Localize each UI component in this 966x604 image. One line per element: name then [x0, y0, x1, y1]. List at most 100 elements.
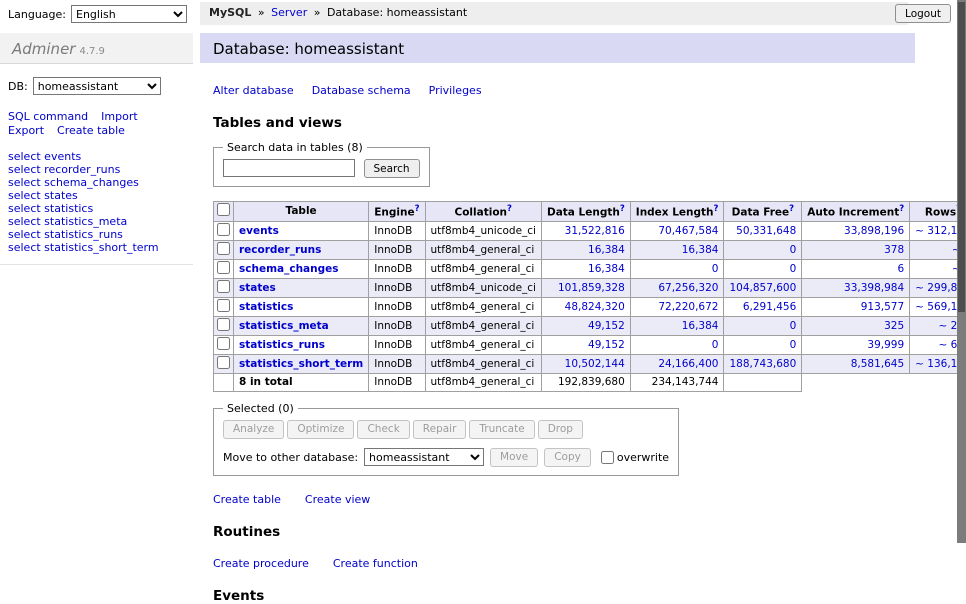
db-select[interactable]: homeassistant	[33, 77, 161, 95]
create-procedure-link[interactable]: Create procedure	[213, 557, 309, 570]
table-name-link[interactable]: statistics_runs	[239, 339, 325, 351]
vertical-scrollbar[interactable]	[957, 0, 966, 543]
table-name-link[interactable]: schema_changes	[239, 263, 339, 275]
cell-table-name: statistics_runs	[234, 335, 369, 354]
overwrite-label: overwrite	[617, 451, 669, 464]
data-length-link[interactable]: 16,384	[588, 244, 625, 256]
row-checkbox[interactable]	[217, 242, 230, 255]
create-view-link[interactable]: Create view	[305, 493, 370, 506]
drop-button[interactable]: Drop	[538, 420, 583, 439]
table-name-link[interactable]: states	[239, 282, 276, 294]
move-button[interactable]: Move	[490, 448, 538, 467]
index-length-link[interactable]: 72,220,672	[658, 301, 718, 313]
index-length-link[interactable]: 0	[712, 339, 719, 351]
table-name-link[interactable]: statistics	[239, 301, 293, 313]
routine-links: Create procedure Create function	[213, 557, 915, 570]
alter-database-link[interactable]: Alter database	[213, 84, 294, 97]
auto-increment-link[interactable]: 913,577	[861, 301, 904, 313]
auto-increment-link[interactable]: 33,398,984	[844, 282, 904, 294]
sidebar-export-link[interactable]: Export	[8, 124, 44, 137]
table-name-link[interactable]: statistics_short_term	[239, 358, 363, 370]
data-free-link[interactable]: 0	[790, 339, 797, 351]
data-length-link[interactable]: 49,152	[588, 339, 625, 351]
data-length-link[interactable]: 10,502,144	[565, 358, 625, 370]
privileges-link[interactable]: Privileges	[429, 84, 482, 97]
optimize-button[interactable]: Optimize	[287, 420, 354, 439]
index-length-link[interactable]: 16,384	[682, 320, 719, 332]
sidebar-import-link[interactable]: Import	[101, 110, 138, 123]
footer-data-free	[724, 373, 802, 391]
index-length-link[interactable]: 16,384	[682, 244, 719, 256]
data-free-link[interactable]: 188,743,680	[729, 358, 796, 370]
sidebar-table-link[interactable]: select statistics_meta	[8, 215, 127, 228]
create-table-link[interactable]: Create table	[213, 493, 281, 506]
search-input[interactable]	[223, 159, 355, 177]
index-length-link[interactable]: 70,467,584	[658, 225, 718, 237]
row-checkbox[interactable]	[217, 356, 230, 369]
scrollbar-thumb[interactable]	[958, 2, 965, 312]
logout-button[interactable]: Logout	[895, 4, 951, 23]
table-name-link[interactable]: statistics_meta	[239, 320, 329, 332]
analyze-button[interactable]: Analyze	[223, 420, 284, 439]
table-name-link[interactable]: events	[239, 225, 279, 237]
database-schema-link[interactable]: Database schema	[312, 84, 411, 97]
help-link[interactable]: ?	[789, 204, 794, 214]
sidebar-table-link[interactable]: select schema_changes	[8, 176, 139, 189]
breadcrumb-root-link[interactable]: MySQL	[209, 6, 251, 19]
auto-increment-link[interactable]: 33,898,196	[844, 225, 904, 237]
check-button[interactable]: Check	[357, 420, 409, 439]
row-checkbox[interactable]	[217, 318, 230, 331]
sidebar-table-link[interactable]: select events	[8, 150, 81, 163]
help-link[interactable]: ?	[507, 204, 512, 214]
cell-auto_increment: 33,898,196	[802, 221, 910, 240]
help-link[interactable]: ?	[714, 204, 719, 214]
data-length-link[interactable]: 16,384	[588, 263, 625, 275]
data-length-link[interactable]: 101,859,328	[558, 282, 625, 294]
data-free-link[interactable]: 0	[790, 320, 797, 332]
data-free-link[interactable]: 6,291,456	[743, 301, 796, 313]
help-link[interactable]: ?	[899, 204, 904, 214]
row-checkbox[interactable]	[217, 223, 230, 236]
help-link[interactable]: ?	[620, 204, 625, 214]
data-free-link[interactable]: 0	[790, 244, 797, 256]
overwrite-checkbox[interactable]	[601, 451, 614, 464]
index-length-link[interactable]: 0	[712, 263, 719, 275]
select-all-checkbox[interactable]	[217, 203, 230, 216]
auto-increment-link[interactable]: 325	[884, 320, 904, 332]
data-free-link[interactable]: 104,857,600	[729, 282, 796, 294]
repair-button[interactable]: Repair	[413, 420, 467, 439]
row-checkbox[interactable]	[217, 337, 230, 350]
truncate-button[interactable]: Truncate	[469, 420, 534, 439]
sidebar-table-link[interactable]: select statistics_short_term	[8, 241, 159, 254]
auto-increment-link[interactable]: 39,999	[867, 339, 904, 351]
app-version-link[interactable]: 4.7.9	[79, 46, 104, 57]
row-checkbox[interactable]	[217, 261, 230, 274]
auto-increment-link[interactable]: 6	[897, 263, 904, 275]
index-length-link[interactable]: 24,166,400	[658, 358, 718, 370]
sidebar-create-table-link[interactable]: Create table	[57, 124, 125, 137]
auto-increment-link[interactable]: 8,581,645	[851, 358, 904, 370]
data-length-link[interactable]: 49,152	[588, 320, 625, 332]
copy-button[interactable]: Copy	[544, 448, 591, 467]
data-free-link[interactable]: 0	[790, 263, 797, 275]
sidebar-sql-command-link[interactable]: SQL command	[8, 110, 88, 123]
language-select[interactable]: English	[71, 5, 187, 23]
sidebar-table-link[interactable]: select statistics	[8, 202, 93, 215]
breadcrumb-server-link[interactable]: Server	[271, 6, 307, 19]
data-length-link[interactable]: 48,824,320	[565, 301, 625, 313]
sidebar-table-link[interactable]: select statistics_runs	[8, 228, 123, 241]
row-checkbox[interactable]	[217, 299, 230, 312]
sidebar-table-link[interactable]: select recorder_runs	[8, 163, 120, 176]
search-button[interactable]: Search	[364, 159, 420, 178]
create-function-link[interactable]: Create function	[333, 557, 418, 570]
data-length-link[interactable]: 31,522,816	[565, 225, 625, 237]
sidebar-table-link[interactable]: select states	[8, 189, 78, 202]
data-free-link[interactable]: 50,331,648	[736, 225, 796, 237]
row-checkbox[interactable]	[217, 280, 230, 293]
table-name-link[interactable]: recorder_runs	[239, 244, 321, 256]
index-length-link[interactable]: 67,256,320	[658, 282, 718, 294]
move-db-select[interactable]: homeassistant	[364, 448, 484, 466]
help-link[interactable]: ?	[415, 204, 420, 214]
auto-increment-link[interactable]: 378	[884, 244, 904, 256]
row-checkbox-cell	[214, 297, 234, 316]
